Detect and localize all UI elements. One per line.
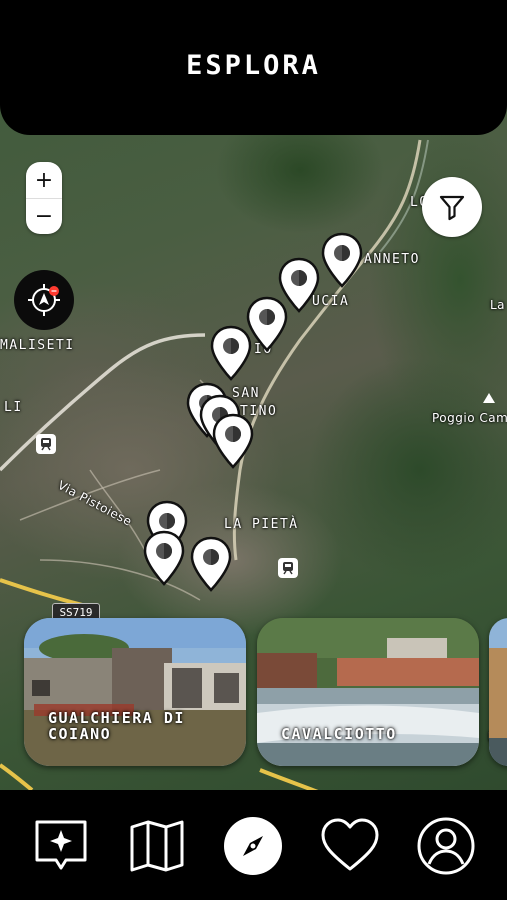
compass-icon [224,817,282,875]
train-station-icon[interactable] [278,558,298,578]
map-label-la: La [490,298,506,312]
place-card-image [24,618,246,766]
map-label-maliseti: MALISETI [0,338,75,353]
tab-explore[interactable] [223,816,283,876]
place-card-image [257,618,479,766]
filter-funnel-icon [439,195,465,221]
map-label-poggio-cam: Poggio Cam [432,411,507,425]
page-title: ESPLORA [186,50,321,81]
compass-locate-icon [28,284,60,316]
place-card-title: GUALCHIERA DI COIANO [48,709,185,743]
map-label-la-pieta: LA PIETÀ [224,517,299,532]
zoom-out-button[interactable]: − [26,198,62,234]
zoom-control: + − [26,162,62,234]
mountain-peak-icon [483,393,495,403]
tab-map[interactable] [127,816,187,876]
tab-highlights[interactable] [31,816,91,876]
place-card[interactable]: CAVALCIOTTO [257,618,479,766]
sparkle-chat-icon [35,820,87,870]
place-card[interactable] [489,618,507,766]
locate-button[interactable] [14,270,74,330]
place-card-image [489,618,507,766]
place-card[interactable]: GUALCHIERA DI COIANO [24,618,246,766]
map-pin-icon[interactable] [142,530,186,586]
tab-profile[interactable] [416,816,476,876]
bottom-tab-bar [0,790,507,900]
filter-button[interactable] [422,177,482,237]
map-pin-icon[interactable] [211,413,255,469]
map-pin-icon[interactable] [209,325,253,381]
header-bar: ESPLORA [0,0,507,135]
zoom-in-button[interactable]: + [26,162,62,199]
map-label-anneto: ANNETO [364,252,420,267]
map-pin-icon[interactable] [320,232,364,288]
heart-icon [321,818,379,871]
map-pin-icon[interactable] [189,536,233,592]
tab-favorites[interactable] [320,816,380,876]
train-station-icon[interactable] [36,434,56,454]
map-label-li: LI [4,400,23,415]
app-root: MALISETI LI LO ANNETO UCIA IO SAN TINO L… [0,0,507,900]
user-profile-icon [417,817,475,875]
place-card-title: CAVALCIOTTO [281,725,397,743]
map-icon [130,820,184,872]
road-shield-label: SS719 [59,605,93,619]
